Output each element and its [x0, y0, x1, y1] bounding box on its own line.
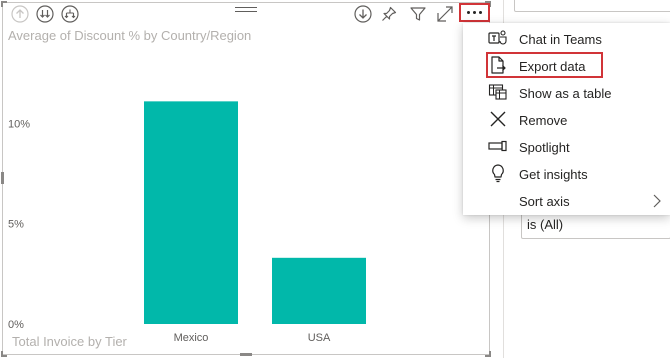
- menu-item-label: Remove: [519, 113, 568, 128]
- menu-item-label: Get insights: [519, 167, 588, 182]
- bar-chart-visual[interactable]: Average of Discount % by Country/Region …: [0, 0, 492, 358]
- menu-item-spotlight[interactable]: Spotlight: [463, 133, 670, 160]
- show-table-icon: [487, 82, 509, 102]
- menu-item-chat-in-teams[interactable]: Chat in Teams: [463, 25, 670, 52]
- lightbulb-icon: [487, 163, 509, 183]
- teams-icon: [487, 28, 509, 48]
- menu-item-get-insights[interactable]: Get insights: [463, 160, 670, 187]
- menu-item-show-as-table[interactable]: Show as a table: [463, 79, 670, 106]
- x-tick-label: USA: [308, 332, 331, 344]
- x-tick-label: Mexico: [174, 332, 209, 344]
- y-tick-label: 0%: [8, 319, 24, 331]
- y-tick-label: 5%: [8, 219, 24, 231]
- spotlight-icon: [487, 136, 509, 156]
- bar-chart-plot: 0% 5% 10% Mexico USA: [8, 101, 366, 344]
- footer-label: Total Invoice by Tier: [12, 334, 127, 349]
- y-tick-label: 10%: [8, 118, 30, 130]
- bar-usa[interactable]: [272, 257, 366, 324]
- menu-item-label: Show as a table: [519, 86, 612, 101]
- export-data-highlight: [486, 52, 603, 78]
- filter-value: is (All): [527, 217, 564, 232]
- filter-card-top[interactable]: [514, 0, 670, 12]
- menu-item-sort-axis[interactable]: Sort axis: [463, 187, 670, 214]
- chevron-right-icon: [652, 194, 662, 213]
- menu-item-label: Chat in Teams: [519, 32, 602, 47]
- bar-mexico[interactable]: [144, 101, 238, 325]
- menu-item-remove[interactable]: Remove: [463, 106, 670, 133]
- menu-item-label: Spotlight: [519, 140, 570, 155]
- remove-icon: [487, 109, 509, 129]
- menu-item-label: Sort axis: [519, 194, 570, 209]
